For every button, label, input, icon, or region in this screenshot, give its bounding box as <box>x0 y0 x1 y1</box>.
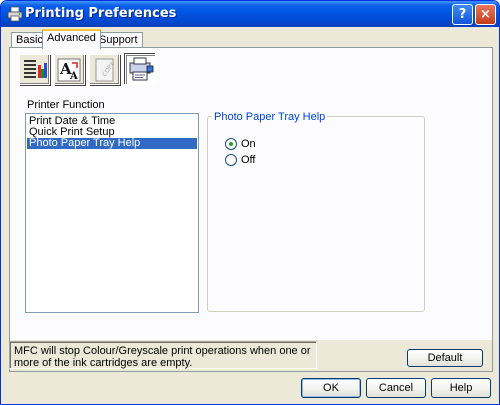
close-button[interactable]: × <box>475 4 496 25</box>
printer-icon <box>7 6 23 22</box>
status-message: MFC will stop Colour/Greyscale print ope… <box>9 341 317 369</box>
watermark-button[interactable]: COPY <box>89 54 120 85</box>
radio-on[interactable]: On <box>225 138 256 150</box>
group-title: Photo Paper Tray Help <box>212 111 328 123</box>
radio-off-label: Off <box>241 154 256 166</box>
printing-preferences-window: Printing Preferences ? × Basic Advanced … <box>0 0 500 405</box>
printer-function-label: Printer Function <box>27 99 105 111</box>
radio-off[interactable]: Off <box>225 154 255 166</box>
font-scaling-icon: A A <box>57 58 81 82</box>
list-item-photo-paper-tray-help[interactable]: Photo Paper Tray Help <box>27 138 197 149</box>
radio-off-indicator[interactable] <box>225 154 237 166</box>
radio-on-label: On <box>241 138 256 150</box>
color-settings-button[interactable] <box>19 54 50 85</box>
device-options-button[interactable] <box>125 54 156 85</box>
window-title: Printing Preferences <box>25 6 177 21</box>
ok-button[interactable]: OK <box>301 378 361 398</box>
tab-advanced[interactable]: Advanced <box>42 29 101 49</box>
tab-support[interactable]: Support <box>94 32 143 48</box>
scaling-button[interactable]: A A <box>54 54 85 85</box>
copy-stamp-icon: COPY <box>95 58 116 82</box>
title-help-button[interactable]: ? <box>452 4 473 25</box>
svg-text:A: A <box>69 71 78 82</box>
cancel-button[interactable]: Cancel <box>366 378 426 398</box>
device-options-icon <box>129 57 154 81</box>
title-bar[interactable]: Printing Preferences ? × <box>1 1 499 27</box>
default-button[interactable]: Default <box>407 349 483 367</box>
printer-function-list[interactable]: Print Date & Time Quick Print Setup Phot… <box>25 113 199 313</box>
radio-on-indicator[interactable] <box>225 138 237 150</box>
help-button[interactable]: Help <box>431 378 491 398</box>
color-bars-icon <box>24 60 47 78</box>
